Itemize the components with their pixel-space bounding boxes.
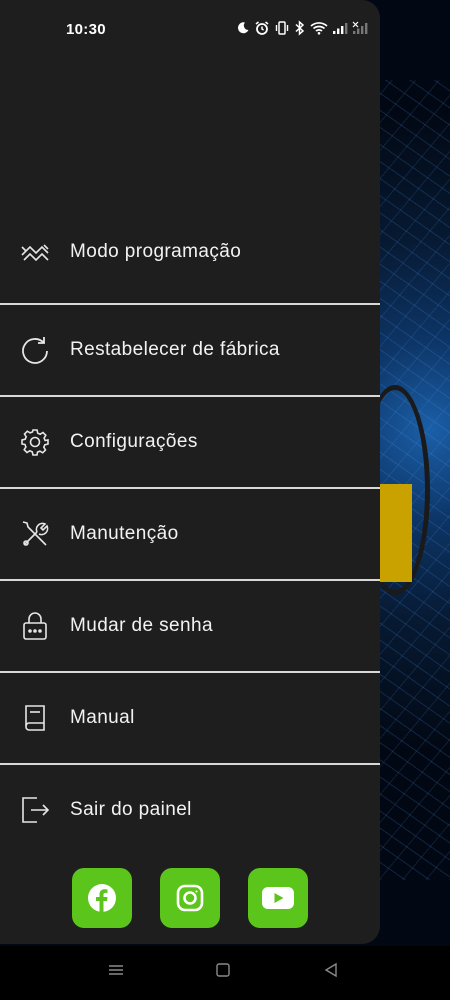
menu-icon	[109, 965, 123, 975]
status-icons	[236, 20, 380, 36]
drawer-menu: Modo programação Restabelecer de fábrica…	[0, 200, 380, 855]
youtube-icon	[262, 887, 294, 909]
menu-item-label: Modo programação	[70, 240, 242, 262]
wifi-icon	[310, 22, 328, 35]
menu-item-maintenance[interactable]: Manutenção	[0, 489, 380, 579]
refresh-icon	[18, 333, 52, 367]
vibrate-icon	[275, 21, 289, 35]
menu-item-label: Restabelecer de fábrica	[70, 339, 280, 360]
alarm-icon	[255, 21, 269, 35]
home-button[interactable]	[214, 961, 232, 984]
menu-item-manual[interactable]: Manual	[0, 673, 380, 763]
instagram-button[interactable]	[160, 868, 220, 928]
book-icon	[18, 701, 52, 735]
system-navigation-bar	[0, 946, 450, 1000]
status-bar: 10:30	[0, 0, 380, 60]
status-time: 10:30	[66, 21, 106, 38]
exit-icon	[18, 793, 52, 827]
menu-item-factory-reset[interactable]: Restabelecer de fábrica	[0, 305, 380, 395]
navigation-drawer: 10:30 Modo programação Restabelecer de f…	[0, 0, 380, 944]
facebook-icon	[88, 884, 116, 912]
square-icon	[216, 963, 230, 977]
menu-item-label: Configurações	[70, 431, 198, 452]
facebook-button[interactable]	[72, 868, 132, 928]
programming-mode-icon	[18, 235, 52, 269]
recent-apps-button[interactable]	[106, 961, 126, 984]
menu-item-label: Manutenção	[70, 523, 179, 544]
signal-2-icon	[352, 21, 368, 34]
menu-item-label: Sair do painel	[70, 799, 192, 820]
bluetooth-icon	[295, 20, 305, 36]
menu-item-change-password[interactable]: Mudar de senha	[0, 581, 380, 671]
triangle-back-icon	[324, 962, 337, 978]
tools-icon	[18, 517, 52, 551]
menu-item-programming-mode[interactable]: Modo programação	[0, 200, 380, 303]
youtube-button[interactable]	[248, 868, 308, 928]
back-button[interactable]	[322, 961, 340, 984]
menu-item-label: Manual	[70, 707, 135, 728]
gear-icon	[18, 425, 52, 459]
padlock-icon	[18, 609, 52, 643]
moon-icon	[237, 22, 249, 34]
signal-icon	[333, 23, 348, 34]
menu-item-logout[interactable]: Sair do painel	[0, 765, 380, 855]
menu-item-settings[interactable]: Configurações	[0, 397, 380, 487]
instagram-icon	[176, 884, 204, 912]
menu-item-label: Mudar de senha	[70, 615, 213, 636]
